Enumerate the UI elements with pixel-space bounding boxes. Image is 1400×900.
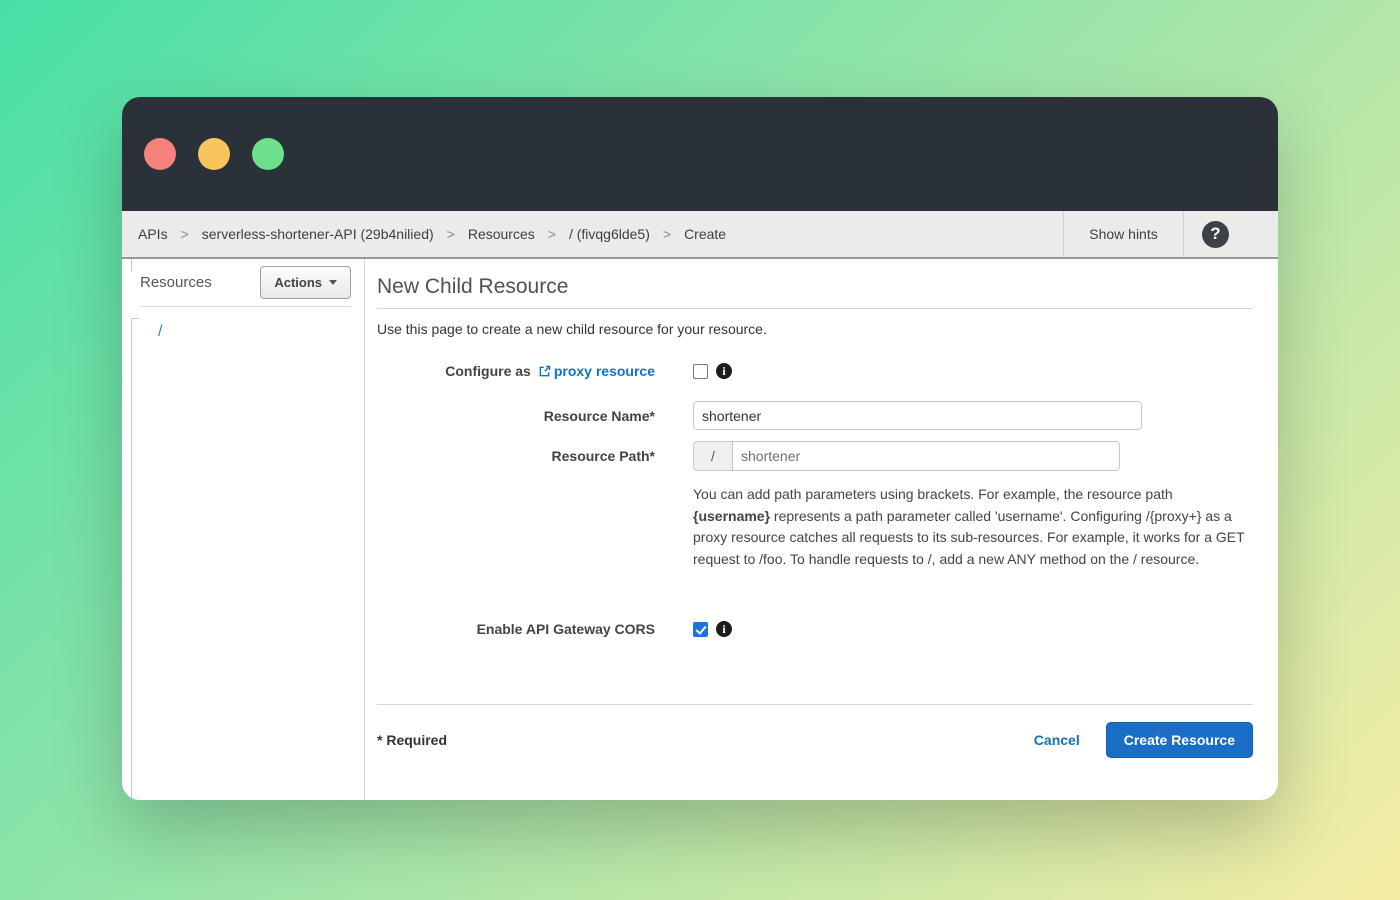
breadcrumb-item-create: Create — [684, 226, 726, 242]
sidebar-header: Resources Actions — [140, 266, 351, 299]
form-footer: * Required Cancel Create Resource — [377, 722, 1253, 758]
page-title: New Child Resource — [377, 275, 1253, 309]
breadcrumb-separator: > — [548, 226, 556, 242]
footer-divider — [377, 704, 1253, 705]
sidebar-rail-top — [131, 259, 132, 272]
proxy-resource-link[interactable]: proxy resource — [554, 363, 655, 379]
breadcrumb-separator: > — [447, 226, 455, 242]
resources-sidebar: Resources Actions / — [122, 259, 365, 800]
resource-name-input[interactable] — [693, 401, 1142, 430]
zoom-window-button[interactable] — [252, 138, 284, 170]
resource-name-label: Resource Name* — [377, 408, 655, 424]
breadcrumb-item-apis[interactable]: APIs — [138, 226, 168, 242]
breadcrumb-separator: > — [663, 226, 671, 242]
resource-name-row: Resource Name* — [377, 401, 1253, 430]
proxy-resource-checkbox[interactable] — [693, 364, 708, 379]
required-note: * Required — [377, 732, 447, 748]
breadcrumb: APIs > serverless-shortener-API (29b4nil… — [122, 211, 1063, 257]
path-help-text: You can add path parameters using bracke… — [693, 484, 1253, 570]
create-resource-button[interactable]: Create Resource — [1106, 722, 1253, 758]
close-window-button[interactable] — [144, 138, 176, 170]
desktop-background: APIs > serverless-shortener-API (29b4nil… — [0, 0, 1400, 900]
help-question-icon[interactable]: ? — [1202, 221, 1229, 248]
tree-item-root[interactable]: / — [158, 323, 351, 341]
path-help-row: You can add path parameters using bracke… — [377, 484, 1253, 570]
window-content: Resources Actions / New Child Resource U… — [122, 259, 1278, 800]
sidebar-divider — [140, 306, 351, 307]
help-cell: ? — [1183, 211, 1278, 257]
chevron-down-icon — [329, 280, 337, 285]
path-prefix-addon: / — [693, 441, 733, 471]
enable-cors-label: Enable API Gateway CORS — [377, 621, 655, 637]
main-panel: New Child Resource Use this page to crea… — [365, 259, 1278, 800]
info-icon[interactable]: i — [716, 621, 732, 637]
resource-path-row: Resource Path* / — [377, 441, 1253, 471]
configure-as-label: Configure as proxy resource — [377, 363, 655, 379]
show-hints-button[interactable]: Show hints — [1063, 211, 1183, 257]
actions-button-label: Actions — [274, 275, 322, 290]
configure-as-text: Configure as — [445, 363, 531, 379]
info-icon[interactable]: i — [716, 363, 732, 379]
path-help-bold: {username} — [693, 508, 770, 524]
minimize-window-button[interactable] — [198, 138, 230, 170]
configure-as-row: Configure as proxy resource i — [377, 361, 1253, 381]
app-window: APIs > serverless-shortener-API (29b4nil… — [122, 97, 1278, 800]
sidebar-title: Resources — [140, 274, 212, 291]
actions-button[interactable]: Actions — [260, 266, 351, 299]
path-help-part1: You can add path parameters using bracke… — [693, 486, 1173, 502]
breadcrumb-item-api[interactable]: serverless-shortener-API (29b4nilied) — [202, 226, 434, 242]
window-titlebar — [122, 97, 1278, 211]
breadcrumb-bar: APIs > serverless-shortener-API (29b4nil… — [122, 211, 1278, 259]
sidebar-rail-bottom — [131, 318, 139, 800]
external-link-icon — [538, 365, 551, 378]
breadcrumb-item-resources[interactable]: Resources — [468, 226, 535, 242]
enable-cors-row: Enable API Gateway CORS i — [377, 619, 1253, 639]
page-intro: Use this page to create a new child reso… — [377, 321, 1253, 337]
breadcrumb-separator: > — [181, 226, 189, 242]
path-help-part2: represents a path parameter called 'user… — [693, 508, 1244, 567]
resource-path-group: / — [693, 441, 1120, 471]
cancel-button[interactable]: Cancel — [1034, 732, 1080, 748]
enable-cors-checkbox[interactable] — [693, 622, 708, 637]
breadcrumb-item-root-resource[interactable]: / (fivqg6lde5) — [569, 226, 650, 242]
resource-path-input[interactable] — [732, 441, 1120, 471]
resource-path-label: Resource Path* — [377, 448, 655, 464]
new-child-resource-form: Configure as proxy resource i — [377, 361, 1253, 639]
